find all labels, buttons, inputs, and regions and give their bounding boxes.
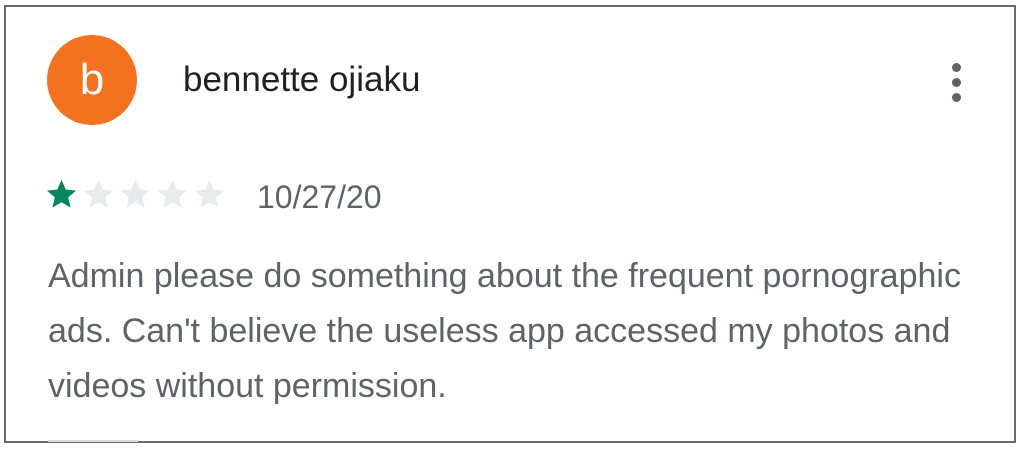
review-author: bennette ojiaku [183,60,421,99]
star-filled-icon [46,179,77,208]
more-vert-icon [951,77,961,87]
star-empty-icon [157,179,188,208]
more-options-button[interactable] [938,57,974,107]
avatar-letter: b [79,55,105,104]
review-card: b bennette ojiaku 10/27/20 Admin please … [4,5,1016,443]
review-text: Admin please do something about the freq… [48,257,961,405]
more-vert-icon [951,62,961,72]
more-vert-icon [951,92,961,102]
star-rating [44,177,227,212]
star-empty-icon [120,179,151,208]
divider [48,440,138,442]
star-empty-icon [194,179,225,208]
review-date: 10/27/20 [257,179,382,215]
avatar: b [47,35,137,125]
star-empty-icon [83,179,114,208]
